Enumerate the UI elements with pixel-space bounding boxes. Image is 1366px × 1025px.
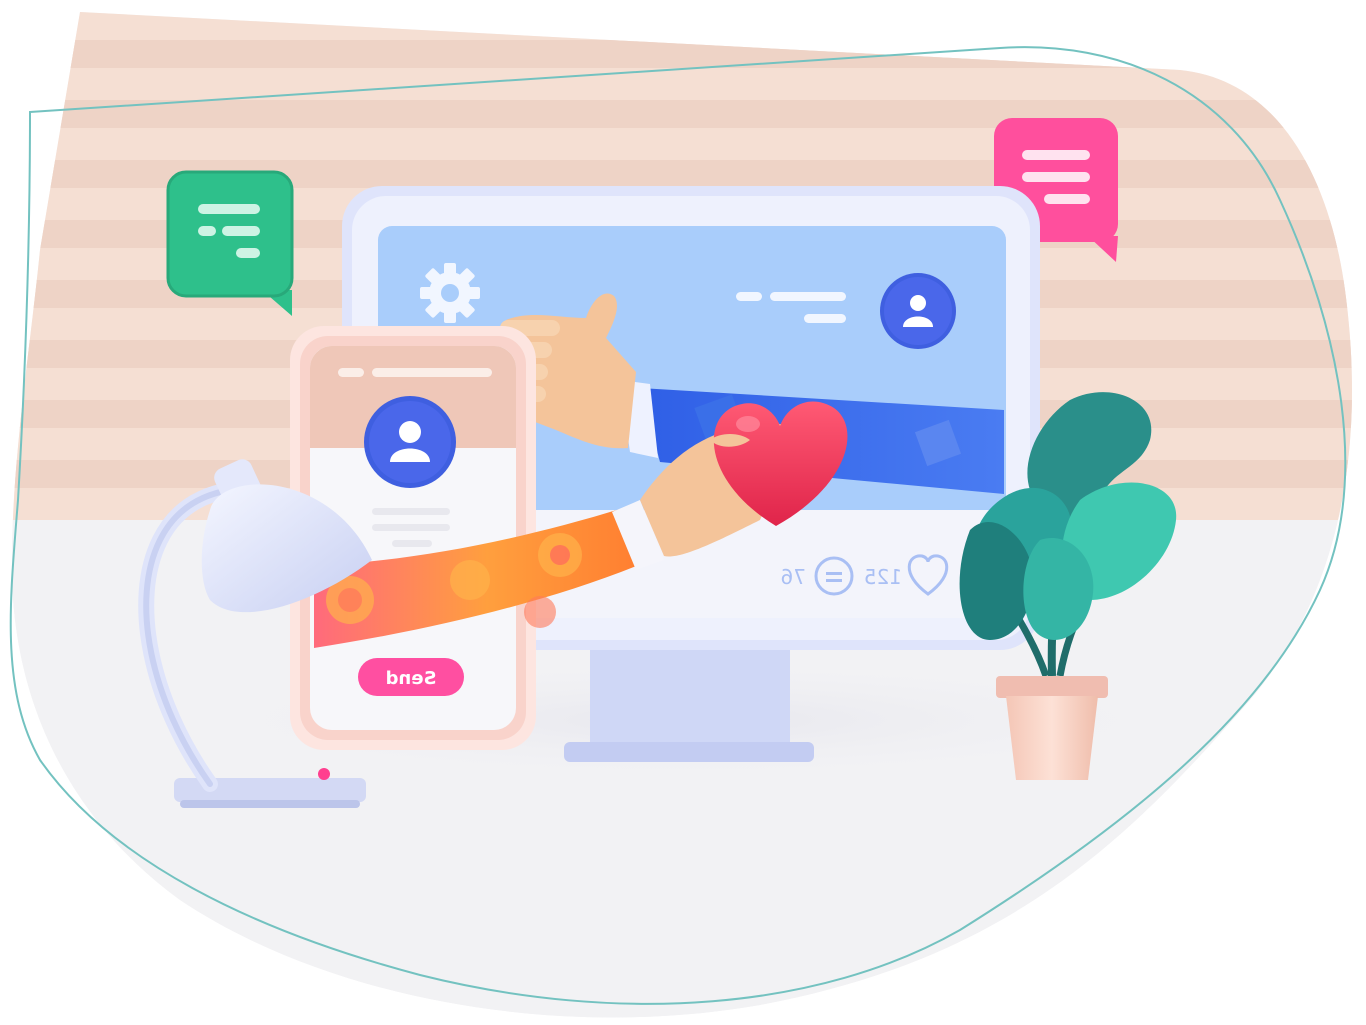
user-avatar-icon [364, 396, 456, 488]
chat-bubble-icon [166, 170, 294, 316]
gear-icon [420, 263, 480, 323]
illustration-scene: 125 76 Send [9, 12, 1352, 1018]
comments-count: 76 [781, 565, 806, 589]
user-avatar-icon [880, 273, 956, 349]
monitor-stand-neck [590, 640, 790, 752]
send-button-label: Send [386, 668, 437, 689]
likes-count: 125 [864, 565, 902, 589]
monitor-stand-base [564, 742, 814, 762]
send-button[interactable]: Send [358, 658, 464, 696]
